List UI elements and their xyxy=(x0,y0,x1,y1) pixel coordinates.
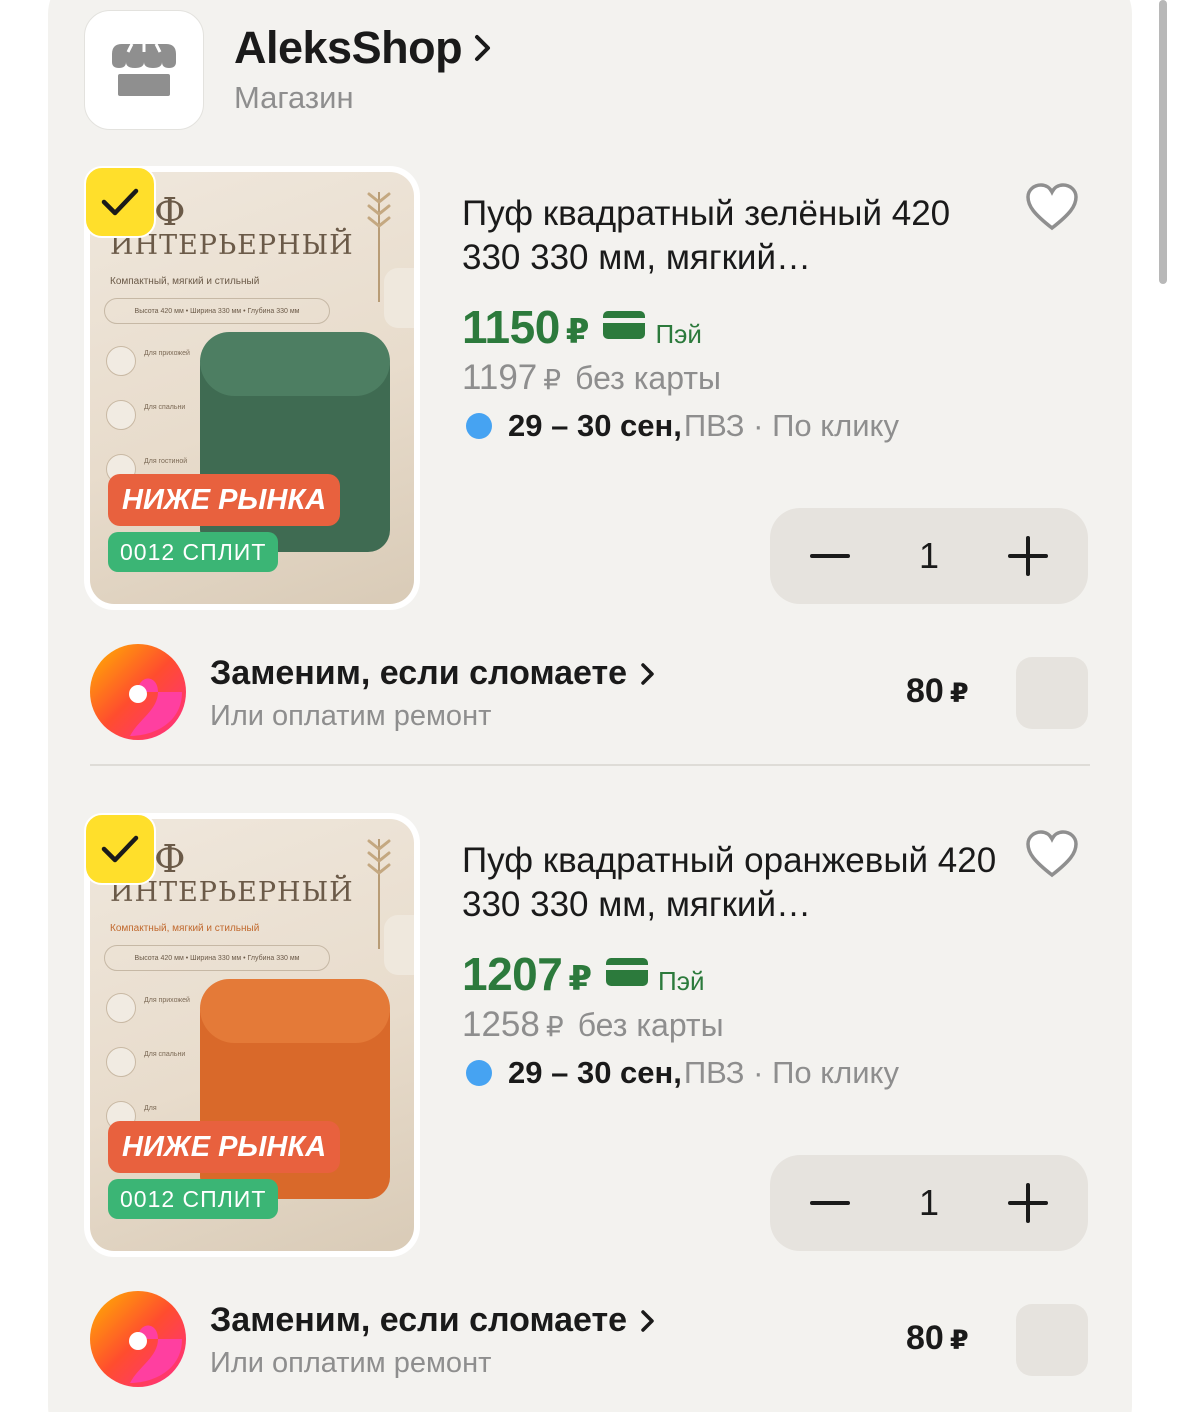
insurance-subtitle: Или оплатим ремонт xyxy=(210,1347,492,1379)
pay-label: Пэй xyxy=(658,966,705,996)
price-without-card: 1258 ₽ без карты xyxy=(462,1005,724,1045)
insurance-logo-icon xyxy=(90,644,186,740)
heart-icon xyxy=(1026,830,1078,878)
product-image[interactable]: Ф ИНТЕРЬЕРНЫЙ Компактный, мягкий и стиль… xyxy=(84,813,420,1257)
feature-label: Для xyxy=(144,1105,157,1112)
product-title[interactable]: Пуф квадратный оранжевый 420 330 330 мм,… xyxy=(462,839,1002,927)
split-badge: 0012 СПЛИТ xyxy=(108,1179,279,1219)
old-price: 1258 xyxy=(462,1005,540,1044)
divider xyxy=(90,764,1090,766)
insurance-subtitle: Или оплатим ремонт xyxy=(210,700,492,732)
delivery-dot-icon xyxy=(466,1060,492,1086)
below-market-badge: НИЖЕ РЫНКА xyxy=(108,1121,341,1173)
minus-icon xyxy=(810,1201,850,1205)
insurance-price-currency: ₽ xyxy=(949,678,969,708)
feature-icon xyxy=(106,993,136,1023)
chevron-right-icon xyxy=(641,662,655,686)
select-checkbox[interactable] xyxy=(84,813,156,885)
insurance-checkbox[interactable] xyxy=(1016,657,1088,729)
image-title-1: Ф xyxy=(154,837,186,881)
insurance-title: Заменим, если сломаете xyxy=(210,654,628,692)
feature-label: Для спальни xyxy=(144,1051,186,1058)
insurance-link[interactable]: Заменим, если сломаете xyxy=(210,1301,655,1340)
image-dims: Высота 420 мм • Ширина 330 мм • Глубина … xyxy=(104,945,330,971)
price-row: 1207 ₽ Пэй xyxy=(462,947,705,1001)
increase-button[interactable] xyxy=(1004,1179,1052,1227)
chevron-right-icon xyxy=(641,1309,655,1333)
delivery-info[interactable]: 29 – 30 сен, ПВЗ · По клику xyxy=(466,1055,899,1091)
insurance-price-currency: ₽ xyxy=(949,1325,969,1355)
plus-icon xyxy=(1008,1183,1048,1223)
image-subtitle: Компактный, мягкий и стильный xyxy=(110,923,260,934)
delivery-date: 29 – 30 сен, xyxy=(508,1055,682,1090)
insurance-logo-icon xyxy=(90,1291,186,1387)
insurance-checkbox[interactable] xyxy=(1016,1304,1088,1376)
delivery-method: ПВЗ · По клику xyxy=(683,1055,899,1090)
cart-item: Ф ИНТЕРЬЕРНЫЙ Компактный, мягкий и стиль… xyxy=(0,0,1179,1387)
old-price-currency: ₽ xyxy=(545,1011,564,1042)
checkmark-icon xyxy=(101,835,139,863)
feature-label: Для прихожей xyxy=(144,997,190,1004)
feature-icon xyxy=(106,1047,136,1077)
insurance-price-value: 80 xyxy=(906,672,944,710)
old-price-note: без карты xyxy=(577,1007,724,1043)
card-icon xyxy=(606,957,649,991)
insurance-price: 80 ₽ xyxy=(906,672,969,711)
price: 1207 xyxy=(462,948,563,1000)
insurance-price: 80 ₽ xyxy=(906,1319,969,1358)
insurance-link[interactable]: Заменим, если сломаете xyxy=(210,654,655,693)
vase-decor xyxy=(384,915,414,975)
decrease-button[interactable] xyxy=(806,1179,854,1227)
favorite-button[interactable] xyxy=(1024,829,1080,879)
quantity-value: 1 xyxy=(918,1182,940,1223)
price-currency: ₽ xyxy=(568,960,593,998)
quantity-stepper: 1 xyxy=(770,1155,1088,1251)
insurance-price-value: 80 xyxy=(906,1319,944,1357)
insurance-title: Заменим, если сломаете xyxy=(210,1301,628,1339)
